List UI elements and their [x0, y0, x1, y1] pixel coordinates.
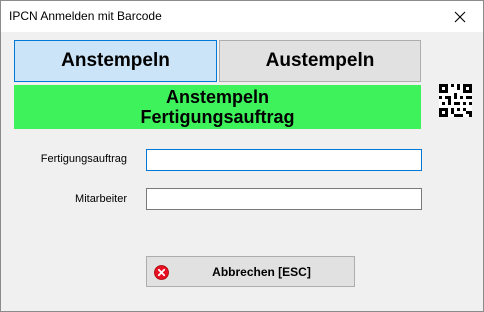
banner-line-1: Anstempeln: [165, 87, 270, 107]
cancel-icon: [154, 265, 169, 280]
title-bar[interactable]: IPCN Anmelden mit Barcode: [1, 1, 483, 32]
fertigungsauftrag-input[interactable]: [146, 149, 422, 171]
anstempeln-button[interactable]: Anstempeln: [14, 40, 217, 82]
austempeln-button[interactable]: Austempeln: [219, 40, 421, 82]
qr-code-icon: [439, 84, 472, 117]
cancel-button[interactable]: Abbrechen [ESC]: [146, 256, 355, 287]
dialog-window: IPCN Anmelden mit Barcode Anstempeln Aus…: [0, 0, 484, 312]
fertigungsauftrag-label: Fertigungsauftrag: [40, 153, 127, 165]
close-button[interactable]: [437, 1, 483, 32]
mode-banner: Anstempeln Fertigungsauftrag: [14, 85, 421, 129]
mitarbeiter-input[interactable]: [146, 188, 422, 210]
window-title: IPCN Anmelden mit Barcode: [9, 9, 162, 23]
close-icon: [454, 11, 466, 22]
cancel-button-label: Abbrechen [ESC]: [212, 264, 311, 279]
banner-line-2: Fertigungsauftrag: [140, 107, 295, 127]
mitarbeiter-label: Mitarbeiter: [75, 193, 127, 205]
